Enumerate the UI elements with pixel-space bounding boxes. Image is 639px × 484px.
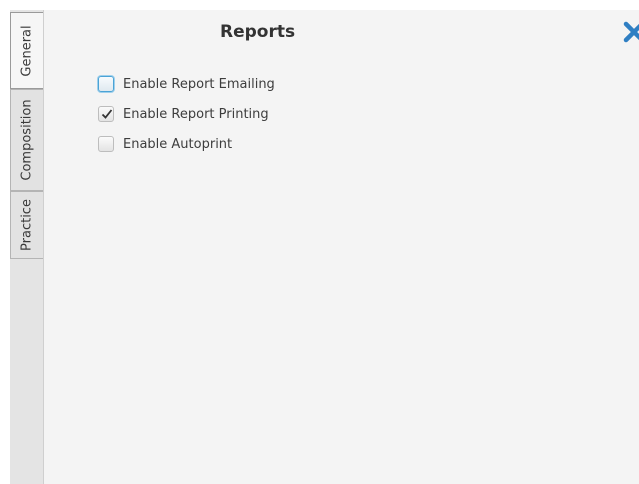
checkbox-label: Enable Report Emailing (123, 76, 275, 92)
print-checkbox[interactable] (98, 106, 114, 122)
option-enable-report-printing[interactable]: Enable Report Printing (98, 104, 269, 124)
close-icon (623, 21, 639, 43)
tab-composition[interactable]: Composition (10, 89, 43, 191)
close-button[interactable] (622, 20, 639, 44)
tab-practice[interactable]: Practice (10, 191, 43, 259)
option-enable-report-emailing[interactable]: Enable Report Emailing (98, 74, 275, 94)
tab-label: Composition (19, 99, 35, 181)
autoprint-checkbox[interactable] (98, 136, 114, 152)
page-title: Reports (220, 22, 296, 42)
checkbox-label: Enable Autoprint (123, 136, 233, 152)
option-enable-autoprint[interactable]: Enable Autoprint (98, 134, 232, 154)
checkbox-label: Enable Report Printing (123, 106, 269, 122)
tab-general[interactable]: General (10, 12, 43, 89)
checkmark-icon (101, 109, 113, 119)
tab-label: Practice (19, 199, 35, 251)
email-checkbox[interactable] (98, 76, 114, 92)
tab-label: General (19, 24, 35, 77)
